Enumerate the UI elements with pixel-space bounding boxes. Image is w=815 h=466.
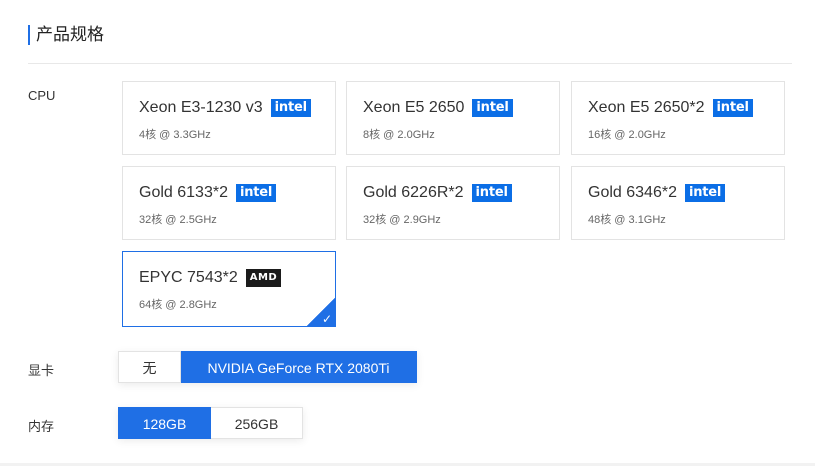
cpu-name-text: Gold 6346*2 <box>588 184 677 201</box>
cpu-option-epyc-7543x2[interactable]: EPYC 7543*2 AMD 64核 @ 2.8GHz ✓ <box>122 251 336 327</box>
amd-logo-icon: AMD <box>245 269 282 287</box>
cpu-option-gold-6133x2[interactable]: Gold 6133*2 intel 32核 @ 2.5GHz <box>122 166 336 240</box>
intel-logo-icon: intel <box>712 99 753 117</box>
cpu-option-spec: 4核 @ 3.3GHz <box>139 129 211 141</box>
divider <box>28 63 792 64</box>
intel-logo-icon: intel <box>270 99 311 117</box>
cpu-option-spec: 32核 @ 2.5GHz <box>139 214 217 226</box>
cpu-name-text: Xeon E3-1230 v3 <box>139 99 263 116</box>
cpu-option-xeon-e5-2650x2[interactable]: Xeon E5 2650*2 intel 16核 @ 2.0GHz <box>571 81 785 155</box>
cpu-name-text: Gold 6133*2 <box>139 184 228 201</box>
cpu-option-name: Xeon E3-1230 v3 intel <box>139 99 311 117</box>
cpu-option-spec: 64核 @ 2.8GHz <box>139 299 217 311</box>
gpu-label: 显卡 <box>28 363 55 378</box>
cpu-option-name: Gold 6226R*2 intel <box>363 184 512 202</box>
cpu-option-spec: 48核 @ 3.1GHz <box>588 214 666 226</box>
cpu-option-name: Xeon E5 2650*2 intel <box>588 99 753 117</box>
intel-logo-icon: intel <box>684 184 726 202</box>
cpu-name-text: Xeon E5 2650*2 <box>588 99 705 116</box>
intel-logo-icon: intel <box>471 184 512 202</box>
cpu-option-name: Gold 6346*2 intel <box>588 184 726 202</box>
cpu-option-gold-6226rx2[interactable]: Gold 6226R*2 intel 32核 @ 2.9GHz <box>346 166 560 240</box>
cpu-option-spec: 8核 @ 2.0GHz <box>363 129 435 141</box>
memory-option-128gb[interactable]: 128GB <box>118 407 211 439</box>
section-title: 产品规格 <box>28 24 104 46</box>
gpu-option-rtx-2080ti[interactable]: NVIDIA GeForce RTX 2080Ti <box>181 351 417 383</box>
gpu-selector: 无 NVIDIA GeForce RTX 2080Ti <box>118 351 417 383</box>
cpu-option-name: EPYC 7543*2 AMD <box>139 269 282 287</box>
cpu-option-spec: 16核 @ 2.0GHz <box>588 129 666 141</box>
memory-option-256gb[interactable]: 256GB <box>211 407 303 439</box>
cpu-name-text: Gold 6226R*2 <box>363 184 464 201</box>
cpu-option-xeon-e5-2650[interactable]: Xeon E5 2650 intel 8核 @ 2.0GHz <box>346 81 560 155</box>
cpu-option-name: Gold 6133*2 intel <box>139 184 277 202</box>
checkmark-icon: ✓ <box>321 312 332 326</box>
memory-label: 内存 <box>28 419 55 434</box>
cpu-name-text: Xeon E5 2650 <box>363 99 465 116</box>
cpu-option-spec: 32核 @ 2.9GHz <box>363 214 441 226</box>
cpu-option-xeon-e3-1230-v3[interactable]: Xeon E3-1230 v3 intel 4核 @ 3.3GHz <box>122 81 336 155</box>
intel-logo-icon: intel <box>472 99 513 117</box>
cpu-name-text: EPYC 7543*2 <box>139 269 238 286</box>
selected-corner: ✓ <box>306 297 336 327</box>
cpu-option-name: Xeon E5 2650 intel <box>363 99 513 117</box>
cpu-option-gold-6346x2[interactable]: Gold 6346*2 intel 48核 @ 3.1GHz <box>571 166 785 240</box>
cpu-label: CPU <box>28 88 56 103</box>
gpu-option-none[interactable]: 无 <box>118 351 181 383</box>
memory-selector: 128GB 256GB <box>118 407 303 439</box>
intel-logo-icon: intel <box>235 184 277 202</box>
